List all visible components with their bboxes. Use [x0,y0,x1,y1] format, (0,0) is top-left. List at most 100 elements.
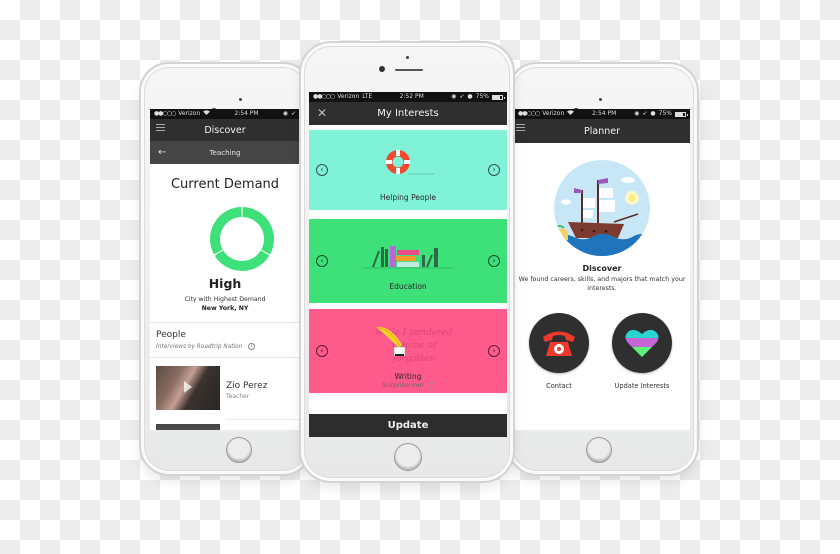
alarm-icon: ● [467,93,473,100]
next-arrow-icon[interactable]: › [488,345,500,357]
demand-gauge [210,207,274,271]
carrier-name: Verizon [542,110,565,117]
list-divider [226,419,300,420]
nav-title: My Interests [377,108,439,119]
section-divider [150,357,300,358]
back-arrow-icon[interactable]: ← [158,147,166,158]
carrier-name: Verizon [178,110,201,117]
people-section-title: People [156,330,186,340]
sub-nav-title: Teaching [209,148,241,157]
shuffle-spinner-icon [426,381,434,389]
interest-card-education[interactable]: ‹ › Education [309,219,507,303]
home-button[interactable] [586,437,612,463]
status-bar: ●●○○○ Verizon LTE 2:52 PM ◉ ➶ ● 75% [309,92,507,102]
people-section-subtitle: Interviews by Roadtrip Nation i [156,343,256,350]
previous-arrow-icon[interactable]: ‹ [316,164,328,176]
surprise-me-label: Surprise me! [382,381,424,389]
phone-left: ●●○○○ Verizon 2:54 PM ◉ ➶ Discover ← Tea… [139,62,313,476]
gauge-segment [210,207,242,255]
location-icon: ➶ [290,110,296,117]
update-interests-action[interactable]: Update Interests [610,313,674,390]
sub-nav-bar: ← Teaching [150,141,300,164]
close-icon[interactable]: ✕ [317,106,329,122]
status-time: 2:52 PM [399,93,424,100]
next-arrow-icon[interactable]: › [488,255,500,267]
video-thumbnail[interactable] [156,366,220,410]
previous-arrow-icon[interactable]: ‹ [316,345,328,357]
earpiece-speaker [395,69,423,71]
signal-strength: ●●○○○ [518,110,540,117]
home-button[interactable] [394,443,422,471]
life-ring-icon [386,150,434,175]
person-name[interactable]: Zio Perez [226,381,267,391]
books-icon [363,246,453,269]
contact-label: Contact [546,382,572,390]
front-camera [379,66,385,72]
carrier-name: Verizon [337,93,360,100]
card-label: Education [389,282,427,291]
battery-icon [675,111,688,117]
update-label: Update [387,420,429,431]
status-time: 2:54 PM [592,110,617,117]
telephone-icon [543,331,575,356]
phone-middle: ●●○○○ Verizon LTE 2:52 PM ◉ ➶ ● 75% ✕ My… [299,41,515,483]
heart-icon [625,329,659,358]
hamburger-menu-icon[interactable] [156,124,165,133]
current-demand-title: Current Demand [170,177,280,192]
front-sensor [406,56,409,59]
lock-rotation-icon: ◉ [282,110,288,117]
city-label: City with Highest Demand [184,296,266,303]
status-bar: ●●○○○ Verizon 2:54 PM ◉ ➶ ● 75% [514,109,690,119]
interest-card-helping-people[interactable]: ‹ › Helping People [309,130,507,210]
home-button[interactable] [226,437,252,463]
section-divider [150,322,300,323]
lock-rotation-icon: ◉ [634,110,640,117]
update-interests-button[interactable] [612,313,672,373]
front-sensor [239,98,242,101]
battery-icon [491,94,505,100]
nav-bar: ✕ My Interests [309,102,507,125]
nav-bar: Planner [514,119,690,143]
previous-arrow-icon[interactable]: ‹ [316,255,328,267]
card-label: Helping People [380,193,436,202]
gauge-segment [242,207,274,255]
city-value: New York, NY [201,305,249,312]
surprise-me-button[interactable]: Surprise me! [309,377,507,393]
alarm-icon: ● [650,110,656,117]
location-icon: ➶ [459,93,465,100]
signal-strength: ●●○○○ [154,110,176,117]
status-bar: ●●○○○ Verizon 2:54 PM ◉ ➶ [150,109,300,119]
people-subtitle-text: Interviews by Roadtrip Nation [156,343,243,350]
video-thumbnail[interactable] [156,424,220,430]
gauge-segment [214,250,270,271]
phone-right: ●●○○○ Verizon 2:54 PM ◉ ➶ ● 75% Planner [507,62,699,476]
front-sensor [599,98,602,101]
person-role: Teacher [226,393,250,400]
discover-description: We found careers, skills, and majors tha… [518,276,686,292]
update-interests-label: Update Interests [614,382,670,390]
location-icon: ➶ [642,110,648,117]
contact-action[interactable]: Contact [527,313,591,390]
demand-level: High [208,276,242,291]
contact-button[interactable] [529,313,589,373]
lock-rotation-icon: ◉ [451,93,457,100]
info-icon[interactable]: i [248,343,256,350]
ship-icon [554,177,650,256]
quill-icon [376,326,406,357]
battery-percent: 75% [475,93,489,100]
next-arrow-icon[interactable]: › [488,164,500,176]
wifi-icon [567,109,575,119]
network-type: LTE [362,93,373,100]
discover-title: Discover [582,264,622,273]
update-button[interactable]: Update [309,414,507,437]
hamburger-menu-icon[interactable] [516,124,525,133]
signal-strength: ●●○○○ [313,93,335,100]
left-screen: ●●○○○ Verizon 2:54 PM ◉ ➶ Discover ← Tea… [150,109,300,430]
nav-title: Planner [584,125,620,137]
nav-bar: Discover [150,119,300,141]
right-screen: ●●○○○ Verizon 2:54 PM ◉ ➶ ● 75% Planner [514,109,690,430]
battery-percent: 75% [658,110,672,117]
play-icon [184,381,192,393]
middle-screen: ●●○○○ Verizon LTE 2:52 PM ◉ ➶ ● 75% ✕ My… [309,92,507,437]
ship-illustration [554,160,650,256]
